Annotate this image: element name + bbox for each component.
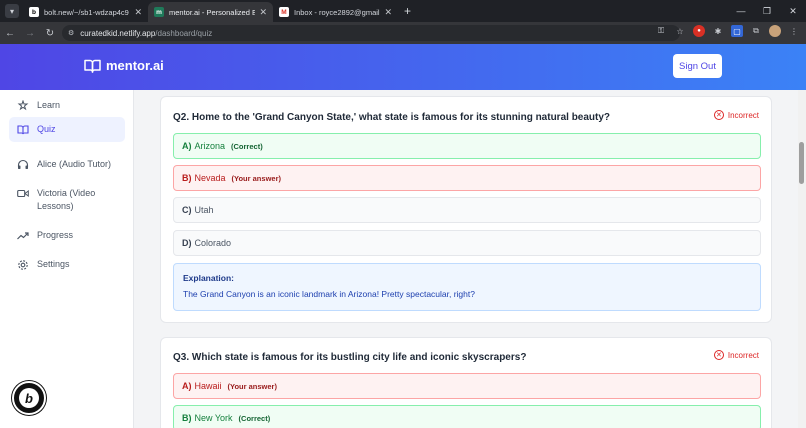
- tab-search-button[interactable]: ▾: [5, 4, 19, 18]
- url-path: /dashboard/quiz: [155, 28, 213, 38]
- sign-out-button[interactable]: Sign Out: [673, 54, 722, 78]
- status-text: Incorrect: [727, 350, 759, 360]
- x-circle-icon: ✕: [713, 110, 724, 120]
- forward-icon[interactable]: →: [20, 28, 40, 39]
- option-text: Arizona: [194, 141, 226, 151]
- option-text: Hawaii: [194, 381, 222, 391]
- bolt-logo-icon: b: [19, 388, 39, 408]
- open-book-icon: [84, 59, 101, 73]
- extension-red-icon[interactable]: ●: [693, 25, 705, 37]
- app-logo[interactable]: mentor.ai: [84, 58, 164, 73]
- sidebar-item-settings[interactable]: Settings: [9, 253, 125, 276]
- book-icon: [17, 123, 29, 136]
- browser-tab-gmail[interactable]: M Inbox - royce2892@gmail.com ✕: [273, 2, 398, 22]
- sidebar-item-victoria[interactable]: Victoria (Video Lessons): [9, 182, 125, 218]
- option-letter: A): [182, 381, 192, 391]
- bookmark-star-icon[interactable]: ☆: [674, 25, 686, 37]
- browser-tab-bar: ▾ b bolt.new/~/sb1-wdzap4c9 ✕ m mentor.a…: [0, 0, 806, 22]
- close-tab-icon[interactable]: ✕: [384, 7, 392, 18]
- sidebar-item-label: Learn: [37, 100, 61, 110]
- profile-avatar[interactable]: [769, 25, 781, 37]
- option-letter: B): [182, 173, 192, 183]
- bolt-favicon-icon: b: [29, 7, 39, 17]
- option-tag: (Correct): [238, 413, 271, 423]
- logo-text: mentor.ai: [106, 58, 164, 73]
- question-title: Q2. Home to the 'Grand Canyon State,' wh…: [173, 112, 611, 123]
- option-letter: D): [182, 238, 192, 248]
- status-badge: ✕ Incorrect: [713, 350, 759, 360]
- answer-option-c[interactable]: C) Utah: [173, 197, 761, 223]
- browser-tab-bolt[interactable]: b bolt.new/~/sb1-wdzap4c9 ✕: [23, 2, 148, 22]
- back-icon[interactable]: ←: [0, 28, 20, 39]
- learn-icon: [17, 99, 29, 112]
- gear-icon: [17, 258, 29, 271]
- explanation-heading: Explanation:: [183, 273, 235, 283]
- window-controls: — ❐ ✕: [728, 0, 806, 22]
- new-tab-icon[interactable]: +: [404, 4, 411, 18]
- question-title: Q3. Which state is famous for its bustli…: [173, 352, 527, 363]
- sidebar-item-label: Victoria (Video Lessons): [37, 188, 96, 211]
- gmail-favicon-icon: M: [279, 7, 289, 17]
- answer-option-d[interactable]: D) Colorado: [173, 230, 761, 256]
- extension-gear-icon[interactable]: ✱: [712, 25, 724, 37]
- answer-option-b[interactable]: B) Nevada (Your answer): [173, 165, 761, 191]
- tab-title: Inbox - royce2892@gmail.com: [294, 7, 380, 17]
- headphones-icon: [17, 158, 29, 171]
- sidebar-item-label: Progress: [37, 230, 74, 240]
- answer-option-b[interactable]: B) New York (Correct): [173, 405, 761, 428]
- tab-title: bolt.new/~/sb1-wdzap4c9: [44, 7, 129, 17]
- sidebar-item-quiz[interactable]: Quiz: [9, 117, 125, 142]
- option-tag: (Your answer): [231, 173, 281, 183]
- restore-icon[interactable]: ❐: [754, 6, 780, 17]
- close-tab-icon[interactable]: ✕: [134, 7, 142, 18]
- url-host: curatedkid.netlify.app: [80, 28, 156, 38]
- close-window-icon[interactable]: ✕: [780, 6, 806, 17]
- password-key-icon[interactable]: ⚿: [655, 25, 667, 37]
- address-field[interactable]: ⚙ curatedkid.netlify.app/dashboard/quiz: [62, 25, 680, 41]
- option-letter: A): [182, 141, 192, 151]
- extension-blue-icon[interactable]: ▢: [731, 25, 743, 37]
- browser-toolbar: ← → ↻ ⚙ curatedkid.netlify.app/dashboard…: [0, 22, 806, 44]
- sidebar-item-label: Alice (Audio Tutor): [37, 159, 112, 169]
- video-icon: [17, 187, 29, 200]
- scrollbar-thumb[interactable]: [799, 142, 804, 184]
- sidebar-item-label: Settings: [37, 259, 70, 269]
- option-text: Colorado: [194, 238, 232, 248]
- answer-option-a[interactable]: A) Arizona (Correct): [173, 133, 761, 159]
- question-card: Q3. Which state is famous for its bustli…: [160, 337, 772, 428]
- explanation-text: The Grand Canyon is an iconic landmark i…: [183, 289, 475, 299]
- page-scrollbar[interactable]: [798, 90, 806, 428]
- x-circle-icon: ✕: [713, 350, 724, 360]
- sidebar-item-label: Quiz: [37, 124, 56, 134]
- sidebar-item-progress[interactable]: Progress: [9, 224, 125, 247]
- option-text: Utah: [194, 205, 214, 215]
- mentor-favicon-icon: m: [154, 7, 164, 17]
- extensions-puzzle-icon[interactable]: ⧉: [750, 25, 762, 37]
- option-text: Nevada: [194, 173, 226, 183]
- app-header: mentor.ai Sign Out: [0, 44, 806, 90]
- sidebar-item-alice[interactable]: Alice (Audio Tutor): [9, 153, 125, 176]
- sidebar: Learn Quiz Alice (Audio Tutor) Victoria …: [0, 90, 134, 428]
- option-tag: (Correct): [231, 141, 263, 151]
- sidebar-item-learn[interactable]: Learn: [9, 94, 125, 117]
- option-text: New York: [194, 413, 233, 423]
- minimize-icon[interactable]: —: [728, 6, 754, 16]
- status-text: Incorrect: [727, 110, 759, 120]
- answer-option-a[interactable]: A) Hawaii (Your answer): [173, 373, 761, 399]
- trending-up-icon: [17, 229, 29, 242]
- option-letter: C): [182, 205, 192, 215]
- browser-tab-mentor[interactable]: m mentor.ai - Personalized Educa ✕: [148, 2, 273, 22]
- bolt-badge[interactable]: b: [12, 381, 46, 415]
- question-card: Q2. Home to the 'Grand Canyon State,' wh…: [160, 96, 772, 323]
- site-info-icon[interactable]: ⚙: [68, 29, 74, 37]
- tab-title: mentor.ai - Personalized Educa: [169, 7, 256, 17]
- option-tag: (Your answer): [227, 381, 277, 391]
- explanation-box: Explanation: The Grand Canyon is an icon…: [173, 263, 761, 311]
- browser-menu-icon[interactable]: ⋮: [788, 25, 800, 37]
- reload-icon[interactable]: ↻: [40, 28, 60, 39]
- close-tab-icon[interactable]: ✕: [259, 7, 267, 18]
- status-badge: ✕ Incorrect: [713, 110, 759, 120]
- option-letter: B): [182, 413, 192, 423]
